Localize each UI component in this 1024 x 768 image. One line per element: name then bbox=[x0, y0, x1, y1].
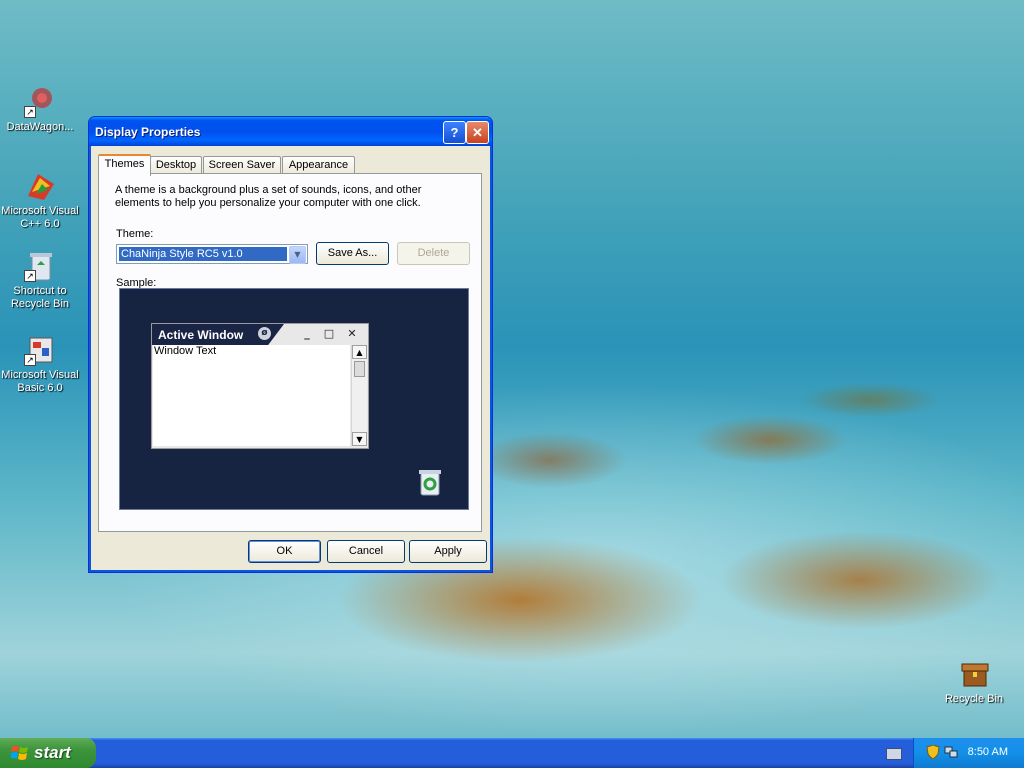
chevron-down-icon[interactable]: ▼ bbox=[289, 246, 306, 264]
sample-window-title: Active Window bbox=[158, 328, 244, 342]
sample-client-area: Window Text bbox=[153, 345, 350, 446]
close-icon: ✕ bbox=[347, 327, 357, 340]
sample-window-text: Window Text bbox=[154, 345, 217, 357]
start-label: start bbox=[34, 743, 71, 762]
desktop-icon-label: DataWagon... bbox=[6, 121, 74, 133]
desktop-icon-recycle-shortcut[interactable]: ↗ Shortcut to Recycle Bin bbox=[0, 250, 80, 311]
help-button[interactable]: ? bbox=[443, 121, 466, 144]
recycle-bin-icon bbox=[958, 658, 990, 690]
themes-panel: A theme is a background plus a set of so… bbox=[98, 173, 482, 532]
ok-button[interactable]: OK bbox=[248, 540, 321, 563]
scroll-up-icon: ▲ bbox=[352, 345, 367, 359]
desktop-icon-visual-cpp[interactable]: Microsoft Visual C++ 6.0 bbox=[0, 170, 80, 231]
scroll-down-icon: ▼ bbox=[352, 432, 367, 446]
display-properties-window: Display Properties ? ✕ Themes Desktop Sc… bbox=[88, 116, 493, 573]
security-shield-icon[interactable] bbox=[926, 745, 940, 759]
shortcut-arrow-icon: ↗ bbox=[24, 106, 36, 118]
tab-themes[interactable]: Themes bbox=[98, 154, 151, 176]
desktop-icon-recycle-bin[interactable]: Recycle Bin bbox=[934, 658, 1014, 706]
sample-scrollbar: ▲ ▼ bbox=[351, 345, 367, 446]
delete-button[interactable]: Delete bbox=[397, 242, 470, 265]
close-button[interactable]: ✕ bbox=[466, 121, 489, 144]
cancel-button[interactable]: Cancel bbox=[327, 540, 405, 563]
taskbar: start 8:50 AM bbox=[0, 738, 1024, 768]
tab-appearance[interactable]: Appearance bbox=[282, 156, 355, 174]
minimize-icon: _ bbox=[304, 327, 310, 340]
visual-basic-icon: ↗ bbox=[24, 334, 56, 366]
maximize-icon: □ bbox=[323, 327, 335, 340]
desktop-icon-label: Recycle Bin bbox=[944, 693, 1004, 705]
theme-orb-icon: ø bbox=[258, 327, 271, 340]
theme-sample-preview: Active Window ø _ □ ✕ Window Text ▲ ▼ bbox=[119, 288, 469, 510]
tab-screen-saver[interactable]: Screen Saver bbox=[203, 156, 281, 174]
desktop-icon-label: Microsoft Visual C++ 6.0 bbox=[1, 205, 79, 230]
keyboard-icon[interactable] bbox=[886, 748, 902, 760]
start-button[interactable]: start bbox=[0, 738, 96, 768]
title-bar[interactable]: Display Properties ? ✕ bbox=[89, 117, 492, 146]
shortcut-arrow-icon: ↗ bbox=[24, 270, 36, 282]
recycle-bin-icon bbox=[417, 467, 443, 497]
theme-select-value: ChaNinja Style RC5 v1.0 bbox=[119, 247, 287, 261]
sample-title-bar: Active Window ø _ □ ✕ bbox=[152, 324, 368, 345]
tab-desktop[interactable]: Desktop bbox=[150, 156, 202, 174]
shortcut-arrow-icon: ↗ bbox=[24, 354, 36, 366]
window-title: Display Properties bbox=[95, 125, 201, 139]
desktop-icon-label: Microsoft Visual Basic 6.0 bbox=[1, 369, 79, 394]
theme-select[interactable]: ChaNinja Style RC5 v1.0 ▼ bbox=[116, 244, 308, 264]
apply-button[interactable]: Apply bbox=[409, 540, 487, 563]
system-tray: 8:50 AM bbox=[913, 738, 1024, 768]
visual-cpp-icon bbox=[24, 170, 56, 202]
datawagon-icon: ↗ bbox=[24, 86, 56, 118]
desktop-icon-datawagon[interactable]: ↗ DataWagon... bbox=[0, 86, 80, 134]
scroll-thumb bbox=[354, 361, 365, 377]
save-as-button[interactable]: Save As... bbox=[316, 242, 389, 265]
desktop-icon-label: Shortcut to Recycle Bin bbox=[10, 285, 70, 310]
clock[interactable]: 8:50 AM bbox=[968, 746, 1008, 758]
sample-active-window: Active Window ø _ □ ✕ Window Text ▲ ▼ bbox=[151, 323, 369, 449]
theme-description: A theme is a background plus a set of so… bbox=[115, 184, 422, 209]
desktop-icon-visual-basic[interactable]: ↗ Microsoft Visual Basic 6.0 bbox=[0, 334, 80, 395]
window-body: Themes Desktop Screen Saver Appearance A… bbox=[92, 146, 489, 569]
network-icon[interactable] bbox=[944, 745, 958, 759]
windows-logo-icon bbox=[11, 746, 28, 760]
recycle-bin-shortcut-icon: ↗ bbox=[24, 250, 56, 282]
theme-label: Theme: bbox=[116, 228, 154, 240]
